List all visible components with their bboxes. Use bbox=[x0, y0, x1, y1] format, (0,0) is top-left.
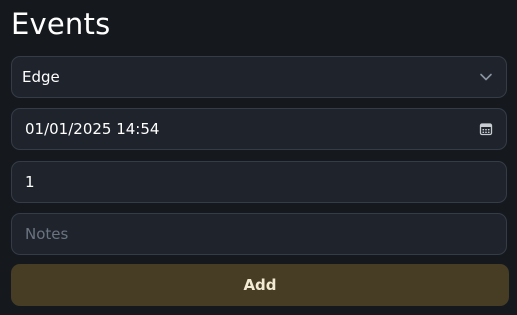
chevron-down-icon bbox=[479, 70, 493, 84]
datetime-value: 01/01/2025 14:54 bbox=[25, 120, 160, 138]
quantity-input[interactable]: 1 bbox=[11, 161, 507, 203]
notes-input[interactable]: Notes bbox=[11, 213, 507, 255]
notes-placeholder: Notes bbox=[25, 225, 69, 243]
event-type-select[interactable]: Edge bbox=[11, 56, 507, 98]
quantity-value: 1 bbox=[25, 173, 35, 191]
calendar-icon[interactable] bbox=[479, 122, 493, 136]
add-button[interactable]: Add bbox=[11, 264, 509, 306]
datetime-input[interactable]: 01/01/2025 14:54 bbox=[11, 108, 507, 150]
page-title: Events bbox=[11, 7, 111, 41]
event-type-selected-value: Edge bbox=[22, 68, 60, 86]
